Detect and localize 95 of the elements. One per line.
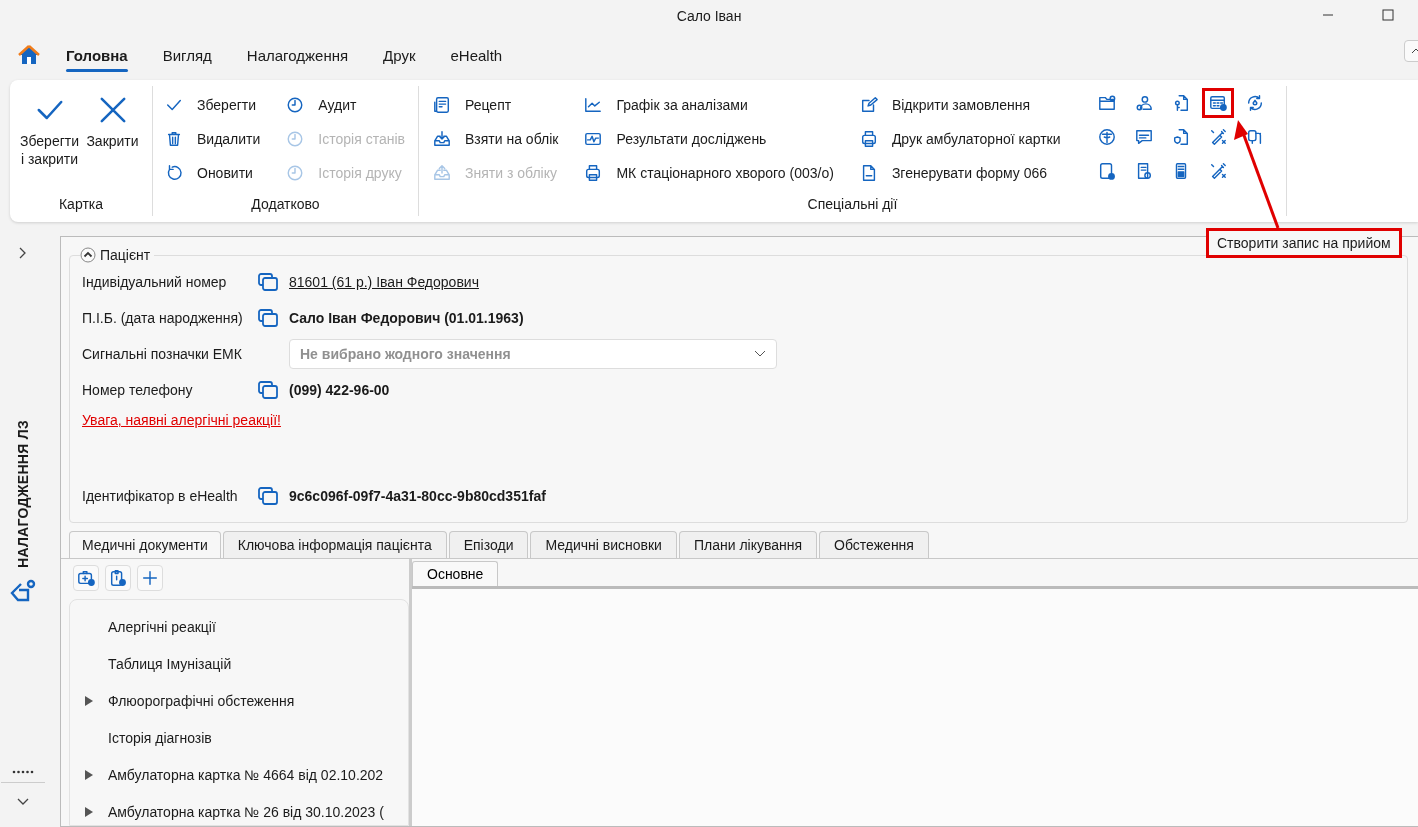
chevron-up-icon <box>1411 47 1418 55</box>
clock-icon <box>286 164 305 182</box>
ribbon-item[interactable]: Оновити <box>161 156 265 190</box>
clock-icon <box>286 96 305 114</box>
menu-tab[interactable]: Головна <box>66 38 128 72</box>
field-label: Номер телефону <box>82 382 193 398</box>
edit-icon <box>859 96 878 114</box>
tree-item[interactable]: Амбулаторна картка № 4664 від 02.10.202 <box>108 766 384 783</box>
printer-icon <box>584 164 603 182</box>
ribbon-item[interactable]: Аудит <box>282 88 409 122</box>
ribbon-item[interactable]: Видалити <box>161 122 265 156</box>
maximize-icon <box>1382 9 1394 21</box>
field-label: Сигнальні позначки ЕМК <box>82 346 242 362</box>
ribbon-item[interactable]: Друк амбулаторної картки <box>855 122 1065 156</box>
chat-icon <box>1134 128 1153 146</box>
inbox-download-icon <box>433 130 451 148</box>
clipboard-add-icon <box>109 569 127 587</box>
expand-arrow-icon[interactable] <box>85 806 93 817</box>
field-value: Сало Іван Федорович (01.01.1963) <box>289 310 524 326</box>
ribbon-item[interactable]: Відкрити замовлення <box>855 88 1065 122</box>
copy-button[interactable] <box>257 485 279 507</box>
add-case-button[interactable] <box>73 565 99 591</box>
document-tab[interactable]: Медичні висновки <box>530 531 677 558</box>
printer-icon <box>859 130 878 148</box>
field-label: Ідентифікатор в eHealth <box>82 488 238 504</box>
refresh-icon <box>165 164 183 182</box>
add-clipboard-button[interactable] <box>105 565 131 591</box>
copy-button[interactable] <box>257 307 279 329</box>
pulse-icon <box>584 130 603 148</box>
allergy-warning-link[interactable]: Увага, наявні алергічні реакції! <box>82 412 281 428</box>
more-dots-icon[interactable] <box>12 770 34 774</box>
group-label: Картка <box>58 196 104 212</box>
clock-icon <box>286 130 305 148</box>
caduceus-icon <box>1097 128 1116 146</box>
field-value: 9c6c096f-09f7-4a31-80cc-9b80cd351faf <box>289 488 546 504</box>
ribbon-item[interactable]: МК стаціонарного хворого (003/о) <box>580 156 838 190</box>
tooltip: Створити запис на прийом <box>1206 228 1402 258</box>
expand-arrow-icon[interactable] <box>85 769 93 780</box>
document-tab[interactable]: Медичні документи <box>69 531 221 558</box>
briefcase-add-icon <box>77 569 95 587</box>
menu-tab[interactable]: Вигляд <box>162 38 212 72</box>
sidebar-title[interactable]: НАЛАГОДЖЕННЯ ЛЗ <box>15 420 31 568</box>
save-and-close-button[interactable]: Зберегти і закрити <box>18 86 81 196</box>
ribbon-item[interactable]: Графік за аналізами <box>580 88 838 122</box>
inbox-upload-icon <box>433 164 451 182</box>
chevron-down-icon <box>754 350 766 358</box>
group-title: Пацієнт <box>100 247 151 263</box>
ribbon-item[interactable]: Результати досліджень <box>580 122 838 156</box>
tree-item[interactable]: Амбулаторна картка № 26 від 30.10.2023 ( <box>108 803 384 820</box>
document-tab[interactable]: Плани лікування <box>678 531 818 558</box>
ribbon-item[interactable]: Рецепт <box>429 88 563 122</box>
patient-id-link[interactable]: 81601 (61 р.) Іван Федорович <box>289 274 479 290</box>
tree-item[interactable]: Таблиця Імунізацій <box>108 655 232 672</box>
menu-tab[interactable]: eHealth <box>450 38 503 72</box>
add-button[interactable] <box>137 565 163 591</box>
calendar-add-icon <box>1208 94 1227 112</box>
field-value: (099) 422-96-00 <box>289 382 390 398</box>
document-tab[interactable]: Ключова інформація пацієнта <box>222 531 447 558</box>
iv-bag-icon <box>1245 128 1264 146</box>
menu-tab[interactable]: Налагодження <box>246 38 349 72</box>
plus-icon <box>141 569 159 587</box>
trash-icon <box>165 130 183 148</box>
ribbon-item[interactable]: Зберегти <box>161 88 265 122</box>
toolbar-button[interactable] <box>1201 88 1234 118</box>
tree-item[interactable]: Алергічні реакції <box>108 618 216 635</box>
document-icon <box>433 96 451 114</box>
expand-arrow-icon[interactable] <box>85 695 93 706</box>
copy-button[interactable] <box>257 271 279 293</box>
close-button[interactable]: Закрити <box>81 86 144 196</box>
copy-button[interactable] <box>257 379 279 401</box>
line-chart-icon <box>584 96 603 114</box>
ribbon-item[interactable]: Згенерувати форму 066 <box>855 156 1065 190</box>
field-label: П.І.Б. (дата народження) <box>82 310 243 326</box>
field-label: Індивідуальний номер <box>82 274 227 290</box>
tree-item[interactable]: Історія діагнозів <box>108 729 212 746</box>
document-tab[interactable]: Епізоди <box>448 531 529 558</box>
menu-tab[interactable]: Друк <box>383 38 416 72</box>
tablet-icon <box>1097 162 1116 180</box>
ribbon-item[interactable]: Взяти на облік <box>429 122 563 156</box>
document-tab[interactable]: Обстеження <box>819 531 929 558</box>
window-title: Сало Іван <box>676 8 742 24</box>
detail-tab[interactable]: Основне <box>412 561 499 586</box>
file-shield-icon <box>1171 128 1190 146</box>
group-label: Додатково <box>251 196 320 212</box>
tree-item[interactable]: Флюорографічні обстеження <box>108 692 295 709</box>
sync-drop-icon <box>1245 94 1264 112</box>
home-icon[interactable] <box>18 45 40 65</box>
group-label: Спеціальні дії <box>807 196 898 212</box>
collapse-icon[interactable] <box>80 247 96 263</box>
syringe-icon <box>1208 128 1227 146</box>
folder-add-icon <box>1097 94 1116 112</box>
user-check-icon <box>1134 94 1153 112</box>
chevron-down-icon[interactable] <box>16 797 30 807</box>
chevron-right-icon[interactable] <box>18 246 28 260</box>
syringe-icon <box>1208 162 1227 180</box>
